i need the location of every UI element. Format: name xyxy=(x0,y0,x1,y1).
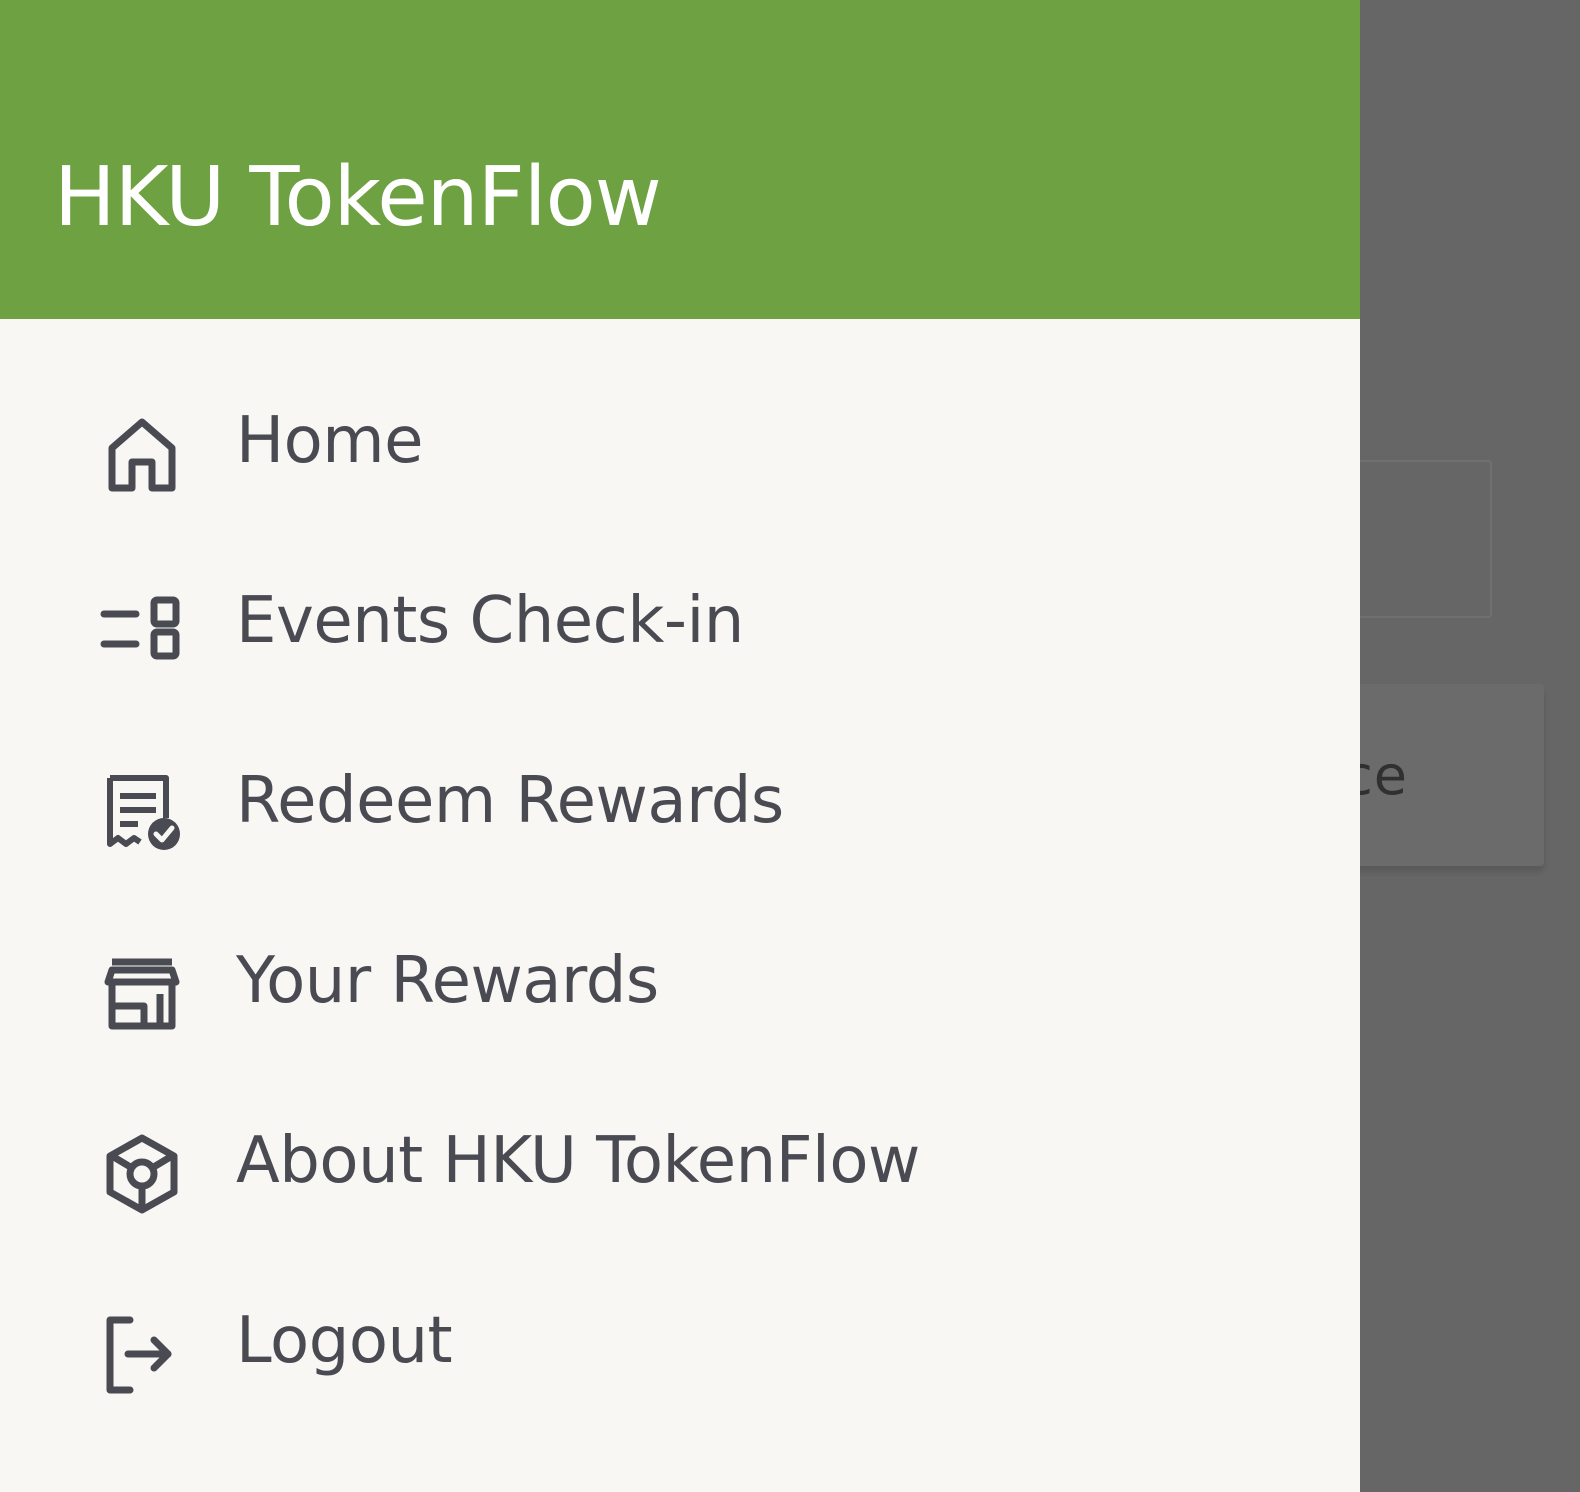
menu-item-your-rewards[interactable]: Your Rewards xyxy=(0,910,1360,1060)
receipt-check-icon xyxy=(100,772,184,856)
menu-item-about[interactable]: About HKU TokenFlow xyxy=(0,1090,1360,1240)
menu-item-label: Events Check-in xyxy=(236,584,744,658)
navigation-drawer: HKU TokenFlow Home Events Check-in Redee… xyxy=(0,0,1360,1492)
menu-item-label: Home xyxy=(236,404,424,478)
menu-item-label: Your Rewards xyxy=(236,944,659,1018)
home-icon xyxy=(100,412,184,496)
drawer-header: HKU TokenFlow xyxy=(0,0,1360,319)
menu-item-label: About HKU TokenFlow xyxy=(236,1124,920,1198)
menu-item-events-checkin[interactable]: Events Check-in xyxy=(0,550,1360,700)
logout-icon xyxy=(100,1312,184,1396)
event-checkin-icon xyxy=(100,592,184,676)
menu-item-label: Redeem Rewards xyxy=(236,764,784,838)
store-icon xyxy=(100,952,184,1036)
app-title: HKU TokenFlow xyxy=(54,150,662,245)
cube-icon xyxy=(100,1132,184,1216)
menu-item-redeem-rewards[interactable]: Redeem Rewards xyxy=(0,730,1360,880)
menu-item-home[interactable]: Home xyxy=(0,370,1360,520)
menu-item-label: Logout xyxy=(236,1304,453,1378)
menu-item-logout[interactable]: Logout xyxy=(0,1270,1360,1420)
